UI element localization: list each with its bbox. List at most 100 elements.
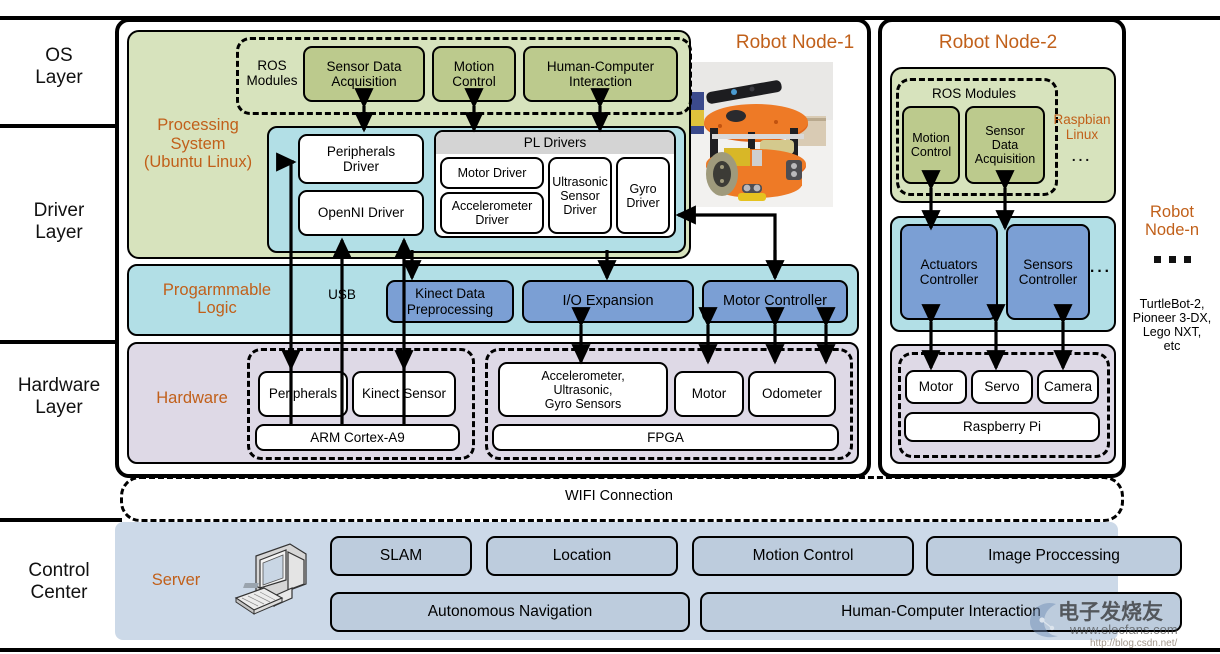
label-line1: Peripherals [268,386,338,402]
label-line1: Motor Driver [457,166,527,180]
pl-block-kinect-data-preprocessing[interactable]: Kinect Data Preprocessing [386,280,514,323]
programmable-logic-label: Progarmmable Logic [133,277,301,321]
label-line1: Accelerometer [451,199,533,213]
watermark-sub-url: http://blog.csdn.net/ [1090,638,1178,649]
label-line1: Gyro [629,181,657,196]
label-line2: Interaction [568,74,633,89]
label-line3: Gyro Sensors [544,396,622,411]
examples-line4: etc [1163,339,1181,353]
node1-hardware-label: Hardware [156,388,228,407]
label-line2: Control [910,145,952,159]
cc-button-location[interactable]: Location [486,536,678,576]
node1-pl-driver-accelerometer[interactable]: Accelerometer Driver [440,192,544,234]
cc-button-image-processing[interactable]: Image Proccessing [926,536,1182,576]
node1-hw-odometer[interactable]: Odometer [748,371,836,417]
label-line1: Sensors [1023,256,1073,272]
label: Human-Computer Interaction [841,603,1041,621]
node2-ros-module-sensor-data-acquisition[interactable]: Sensor Data Acquisition [965,106,1045,184]
rule-os-driver [0,124,122,128]
label-line2: Acquisition [331,74,397,89]
processing-system-line1: Processing [157,116,239,135]
pl-block-motor-controller[interactable]: Motor Controller [702,280,848,323]
label-line1: Actuators [920,256,978,272]
node1-ros-modules-label-line1: ROS [257,57,287,73]
label-line1: Motion [912,131,950,145]
pl-block-io-expansion[interactable]: I/O Expansion [522,280,694,323]
label-line2: Data [991,138,1019,152]
server-computer-icon [230,536,316,622]
node1-pl-driver-ultrasonic-sensor[interactable]: Ultrasonic Sensor Driver [548,157,612,234]
examples-line2: Pioneer 3-DX, [1132,311,1212,325]
robot-node-n-dots [1124,250,1220,268]
label-line1: Kinect Data [415,286,485,302]
node1-peripherals-driver[interactable]: Peripherals Driver [298,134,424,184]
examples-line3: Lego NXT, [1142,325,1202,339]
label-line3: Driver [563,202,597,217]
node2-controllers-dots: ... [1090,259,1112,277]
node1-pl-driver-motor[interactable]: Motor Driver [440,157,544,189]
programmable-logic-line2: Logic [197,299,237,317]
node1-openni-driver[interactable]: OpenNI Driver [298,190,424,236]
node2-os-name: Raspbian Linux ... [1052,107,1112,169]
node2-os-name-dots: ... [1071,148,1093,164]
node2-actuators-controller[interactable]: Actuators Controller [900,224,998,320]
node1-pl-driver-gyro[interactable]: Gyro Driver [616,157,670,234]
layer-label-os: OS Layer [0,45,118,90]
cc-button-autonomous-navigation[interactable]: Autonomous Navigation [330,592,690,632]
label-line3: Acquisition [974,152,1036,166]
label: Motion Control [752,547,854,565]
label: Autonomous Navigation [427,603,593,621]
node1-ros-module-human-computer-interaction[interactable]: Human-Computer Interaction [523,46,678,102]
label: Location [552,547,612,565]
node2-sensors-controller[interactable]: Sensors Controller [1006,224,1090,320]
processing-system-line2: System [170,134,226,153]
label-line1: Motion [453,58,495,74]
label-line1: Human-Computer [546,58,655,74]
label-line2: Ultrasonic, [553,382,613,397]
node1-hw-motor[interactable]: Motor [674,371,744,417]
label-line1: Odometer [761,386,823,402]
examples-line1: TurtleBot-2, [1139,297,1205,311]
processing-system-label: Processing System (Ubuntu Linux) [133,108,263,180]
node1-ros-modules-label-line2: Modules [246,73,298,88]
layer-label-os-line2: Layer [35,67,83,89]
node2-hw-camera[interactable]: Camera [1037,370,1099,404]
layer-label-cc-line2: Center [30,582,88,604]
node1-ros-module-sensor-data-acquisition[interactable]: Sensor Data Acquisition [303,46,425,102]
node1-hw-kinect-sensor[interactable]: Kinect Sensor [352,371,456,417]
layer-label-driver-line2: Layer [35,222,83,244]
node2-os-name-line2: Linux [1065,127,1099,143]
label-line1: Motor Controller [723,293,827,310]
label-line1: FPGA [647,429,684,445]
cc-button-slam[interactable]: SLAM [330,536,472,576]
layer-label-driver: Driver Layer [0,200,118,245]
node2-hw-servo[interactable]: Servo [971,370,1033,404]
label-line1: Motor [691,386,727,402]
node1-ros-module-motion-control[interactable]: Motion Control [432,46,516,102]
node2-ros-module-motion-control[interactable]: Motion Control [902,106,960,184]
processing-system-line3: (Ubuntu Linux) [143,153,253,172]
layer-label-os-line1: OS [45,45,73,66]
cc-button-motion-control[interactable]: Motion Control [692,536,914,576]
watermark-url: www.elecfans.com [1070,622,1178,637]
label-line1: Kinect Sensor [361,386,447,402]
robot-node-n-title-line2: Node-n [1144,221,1200,239]
label-line1: Peripherals [326,143,396,159]
label-line2: Sensor [560,188,600,203]
label-line1: OpenNI Driver [317,205,405,221]
node1-fpga[interactable]: FPGA [492,424,839,451]
rule-hardware-control [0,518,122,522]
node1-hw-sensors[interactable]: Accelerometer, Ultrasonic, Gyro Sensors [498,362,668,417]
usb-label: USB [328,287,356,303]
node1-arm-cortex-a9[interactable]: ARM Cortex-A9 [255,424,460,451]
label-line2: Driver [475,213,509,227]
node2-hw-motor[interactable]: Motor [905,370,967,404]
node1-hw-peripherals[interactable]: Peripherals [258,371,348,417]
robot-node-n-examples: TurtleBot-2, Pioneer 3-DX, Lego NXT, etc [1122,292,1220,358]
rule-driver-hardware [0,340,122,344]
robot-node-2-title: Robot Node-2 [938,32,1058,54]
node2-raspberry-pi[interactable]: Raspberry Pi [904,412,1100,442]
robot-node-1-photo [690,62,833,207]
layer-label-hardware: Hardware Layer [0,375,118,420]
label-line2: Controller [919,272,979,287]
